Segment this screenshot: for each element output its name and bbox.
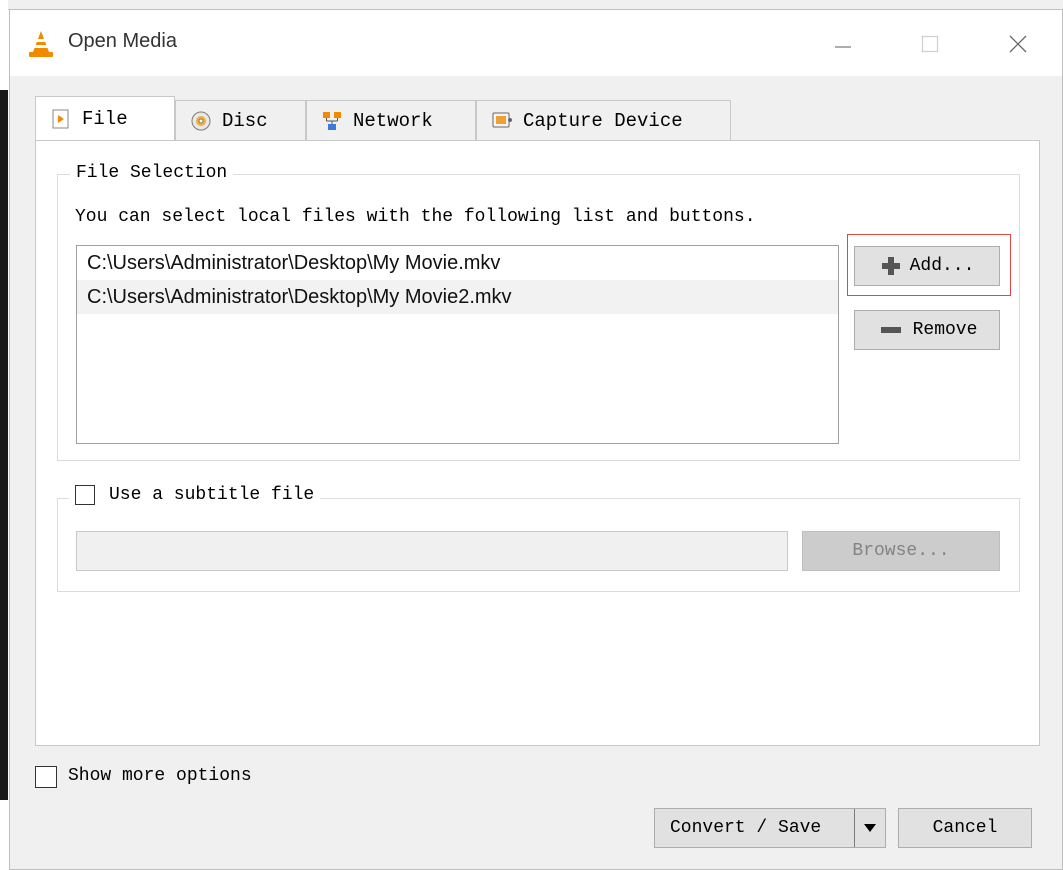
- add-button[interactable]: Add...: [854, 246, 1000, 286]
- vlc-cone-icon: [29, 31, 53, 57]
- minus-icon: [880, 327, 901, 333]
- tab-file[interactable]: File: [35, 96, 175, 140]
- file-list[interactable]: C:\Users\Administrator\Desktop\My Movie.…: [76, 245, 839, 444]
- close-icon: [1009, 35, 1027, 53]
- convert-save-dropdown-button[interactable]: [854, 809, 885, 847]
- subtitle-group-title: Use a subtitle file: [69, 485, 321, 505]
- tab-file-label: File: [82, 107, 128, 130]
- close-button[interactable]: [995, 24, 1041, 64]
- maximize-button[interactable]: [907, 24, 953, 64]
- background-window-edge-left: [0, 0, 8, 870]
- file-selection-hint: You can select local files with the foll…: [75, 207, 756, 227]
- show-more-options-checkbox[interactable]: [35, 766, 57, 788]
- chevron-down-icon: [864, 824, 876, 832]
- capture-device-icon: [492, 112, 512, 127]
- remove-button-label: Remove: [912, 320, 978, 340]
- plus-icon: [881, 257, 900, 275]
- subtitle-checkbox-label: Use a subtitle file: [109, 485, 315, 505]
- minimize-button[interactable]: [820, 24, 866, 64]
- window-title: Open Media: [68, 30, 177, 52]
- tab-panel-file: File Selection You can select local file…: [35, 140, 1040, 746]
- tab-network-label: Network: [353, 109, 433, 132]
- file-selection-title: File Selection: [70, 163, 234, 183]
- add-button-label: Add...: [909, 256, 975, 276]
- title-bar: Open Media: [10, 10, 1062, 76]
- file-icon: [52, 109, 69, 128]
- convert-save-split-button: Convert / Save: [654, 808, 886, 848]
- cancel-button[interactable]: Cancel: [898, 808, 1032, 848]
- list-item[interactable]: C:\Users\Administrator\Desktop\My Movie.…: [77, 246, 838, 280]
- subtitle-checkbox[interactable]: [75, 485, 95, 505]
- browse-button: Browse...: [802, 531, 1000, 571]
- tab-disc-label: Disc: [222, 109, 268, 132]
- network-icon: [323, 111, 341, 130]
- tab-capture-device[interactable]: Capture Device: [476, 100, 731, 140]
- subtitle-path-input: [76, 531, 788, 571]
- show-more-options-label: Show more options: [68, 766, 252, 786]
- minimize-icon: [835, 46, 851, 48]
- cancel-button-label: Cancel: [932, 818, 998, 838]
- convert-save-button[interactable]: Convert / Save: [655, 818, 843, 838]
- browse-button-label: Browse...: [852, 541, 950, 561]
- tab-disc[interactable]: Disc: [175, 100, 306, 140]
- maximize-icon: [921, 35, 939, 53]
- disc-icon: [191, 111, 211, 130]
- tab-capture-device-label: Capture Device: [523, 109, 683, 132]
- tab-network[interactable]: Network: [306, 100, 476, 140]
- open-media-dialog: Open Media File Disc Network Capture Dev…: [9, 9, 1063, 870]
- remove-button[interactable]: Remove: [854, 310, 1000, 350]
- list-item[interactable]: C:\Users\Administrator\Desktop\My Movie2…: [77, 280, 838, 314]
